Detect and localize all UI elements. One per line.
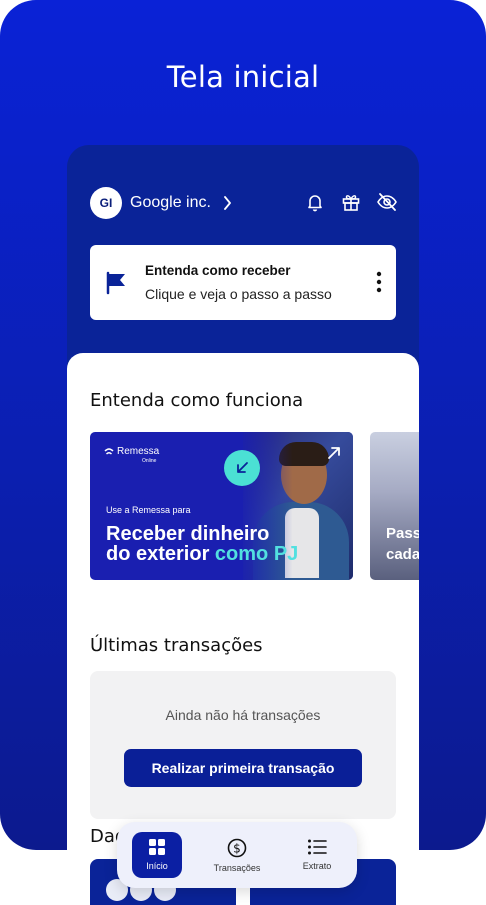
how-to-receive-banner[interactable]: Entenda como receber Clique e veja o pas… [90,245,396,320]
promo-card-step-by-step[interactable]: Passo cada [370,432,419,580]
list-icon [282,838,352,856]
first-transaction-button[interactable]: Realizar primeira transação [124,749,362,787]
section-title-how-it-works: Entenda como funciona [90,390,304,411]
promo-small-text: Use a Remessa para [106,505,191,515]
bottom-nav: Início $ Transações Extrato [117,822,357,888]
remessa-logo: Remessa Online [104,446,159,464]
grid-icon [132,838,182,856]
arrow-up-right-icon [327,446,341,465]
banner-subtitle: Clique e veja o passo a passo [145,286,332,302]
nav-item-transacoes[interactable]: $ Transações [202,832,272,878]
promo-headline-2: do exterior como PJ [106,543,299,565]
stage-title: Tela inicial [166,60,320,94]
more-options-icon[interactable] [376,271,382,293]
nav-item-extrato[interactable]: Extrato [282,832,352,878]
empty-transactions-box: Ainda não há transações Realizar primeir… [90,671,396,819]
bell-icon[interactable] [304,191,326,213]
section-title-transactions: Últimas transações [90,635,263,656]
account-header: GI Google inc. [90,187,398,219]
promo2-line-1: Passo [386,525,419,542]
chevron-right-icon[interactable] [223,196,232,210]
company-name[interactable]: Google inc. [130,194,211,212]
banner-title: Entenda como receber [145,263,291,278]
flag-icon [106,271,128,300]
eye-off-icon[interactable] [376,191,398,213]
header-actions [304,191,398,213]
gift-icon[interactable] [340,191,362,213]
nav-item-inicio[interactable]: Início [132,832,182,878]
dollar-circle-icon: $ [202,838,272,858]
svg-text:$: $ [233,842,241,856]
promo2-line-2: cada [386,546,419,563]
avatar[interactable]: GI [90,187,122,219]
empty-transactions-text: Ainda não há transações [165,707,321,723]
promo-card-receive-pj[interactable]: Remessa Online Use a Remessa para Recebe… [90,432,353,580]
phone-screen: GI Google inc. Entenda como receber Cliq… [67,145,419,905]
arrow-down-left-icon [224,450,260,486]
